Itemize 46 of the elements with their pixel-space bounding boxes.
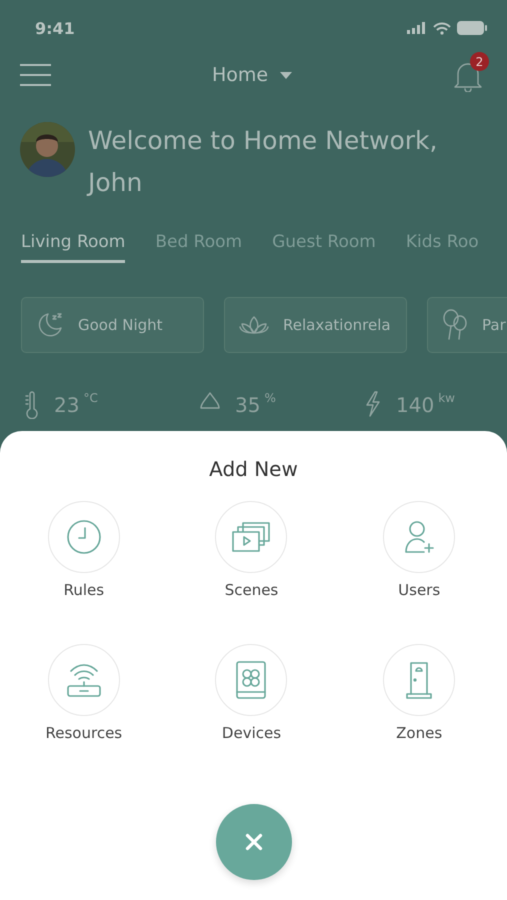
add-option[interactable]: Zones <box>335 644 503 742</box>
scene-button[interactable]: Good Night <box>21 297 204 353</box>
lotus-icon <box>239 315 269 335</box>
sheet-title: Add New <box>209 457 298 481</box>
balloons-icon <box>442 309 468 341</box>
door-icon <box>406 661 432 699</box>
room-tab[interactable]: Kids Roo <box>406 232 479 263</box>
moon-icon <box>36 311 64 339</box>
router-icon <box>66 663 102 697</box>
room-tab[interactable]: Bed Room <box>155 232 242 263</box>
status-time: 9:41 <box>35 18 75 38</box>
scene-button[interactable]: Par <box>427 297 507 353</box>
add-option[interactable]: Resources <box>0 644 168 742</box>
stat-value: 23 <box>54 393 80 417</box>
welcome-message: Welcome to Home Network, John <box>88 125 438 199</box>
add-user-icon <box>404 520 434 554</box>
scene-button[interactable]: Relaxationrela <box>224 297 407 353</box>
video-stack-icon <box>231 521 272 553</box>
option-label: Zones <box>396 724 442 742</box>
thermometer-icon <box>24 391 40 419</box>
option-label: Scenes <box>224 581 278 599</box>
home-selector[interactable]: Home <box>212 64 292 86</box>
menu-icon[interactable] <box>20 64 51 86</box>
device-panel-icon <box>235 661 268 699</box>
add-option[interactable]: Scenes <box>168 501 336 599</box>
room-tab[interactable]: Living Room <box>21 232 126 263</box>
battery-icon <box>457 21 487 35</box>
wifi-icon <box>433 22 451 34</box>
option-label: Users <box>398 581 440 599</box>
stat-value: 35 <box>235 393 260 417</box>
stat-unit: % <box>264 391 276 405</box>
stat-value: 140 <box>396 393 434 417</box>
stat-unit: °C <box>83 391 98 405</box>
option-label: Rules <box>64 581 104 599</box>
room-tab[interactable]: Guest Room <box>272 232 376 263</box>
caret-icon <box>280 72 292 78</box>
add-option[interactable]: Rules <box>0 501 168 599</box>
stat-unit: kw <box>438 391 455 405</box>
clock-icon <box>66 519 102 555</box>
signal-icon <box>407 22 427 34</box>
option-label: Devices <box>222 724 282 742</box>
notification-badge: 2 <box>470 52 489 71</box>
add-option[interactable]: Users <box>335 501 503 599</box>
lightning-icon <box>364 391 382 417</box>
add-option[interactable]: Devices <box>168 644 336 742</box>
option-label: Resources <box>46 724 122 742</box>
